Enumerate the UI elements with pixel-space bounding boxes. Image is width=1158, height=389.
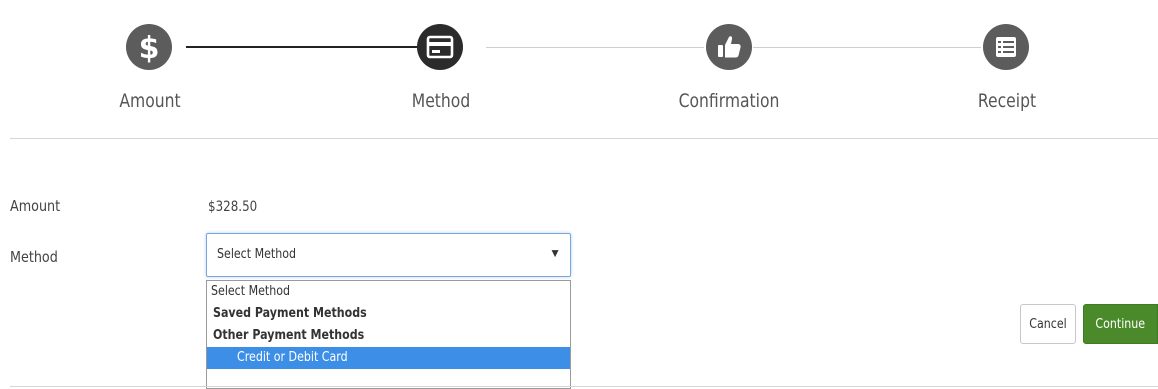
svg-text:$: $ (139, 31, 160, 64)
method-dropdown-list: Select Method Saved Payment Methods Othe… (206, 280, 571, 389)
step-connector-method-confirmation (486, 47, 704, 48)
step-confirmation[interactable] (706, 24, 752, 70)
step-receipt-label: Receipt (977, 90, 1037, 112)
dropdown-option-credit-or-debit-card[interactable]: Credit or Debit Card (207, 347, 570, 369)
amount-value: $328.50 (208, 199, 258, 215)
amount-label: Amount (10, 197, 61, 215)
credit-card-icon (426, 35, 454, 59)
continue-button[interactable]: Continue (1083, 304, 1158, 344)
footer-divider (10, 386, 1158, 387)
dropdown-option-select-method[interactable]: Select Method (207, 281, 570, 303)
method-label: Method (10, 248, 58, 266)
dropdown-group-other-payment-methods: Other Payment Methods (213, 328, 365, 343)
thumbs-up-icon (718, 36, 741, 58)
step-amount-label: Amount (119, 90, 181, 112)
step-amount[interactable]: $ (126, 24, 172, 70)
step-receipt[interactable] (983, 24, 1029, 70)
step-method[interactable] (417, 24, 463, 70)
dropdown-group-saved-payment-methods: Saved Payment Methods (213, 306, 367, 321)
chevron-down-icon: ▼ (549, 246, 561, 260)
step-connector-confirmation-receipt (753, 47, 981, 48)
method-select-value: Select Method (217, 247, 297, 262)
step-connector-amount-method (186, 46, 417, 48)
step-confirmation-label: Confirmation (678, 90, 780, 112)
list-icon (996, 37, 1016, 57)
step-method-label: Method (411, 90, 471, 112)
cancel-button[interactable]: Cancel (1020, 304, 1076, 344)
method-select[interactable]: Select Method ▼ (206, 233, 571, 277)
payment-stepper: $ Amount Method Confirmation Receipt (0, 0, 1158, 140)
dollar-icon: $ (139, 31, 160, 64)
stepper-divider (10, 138, 1158, 139)
